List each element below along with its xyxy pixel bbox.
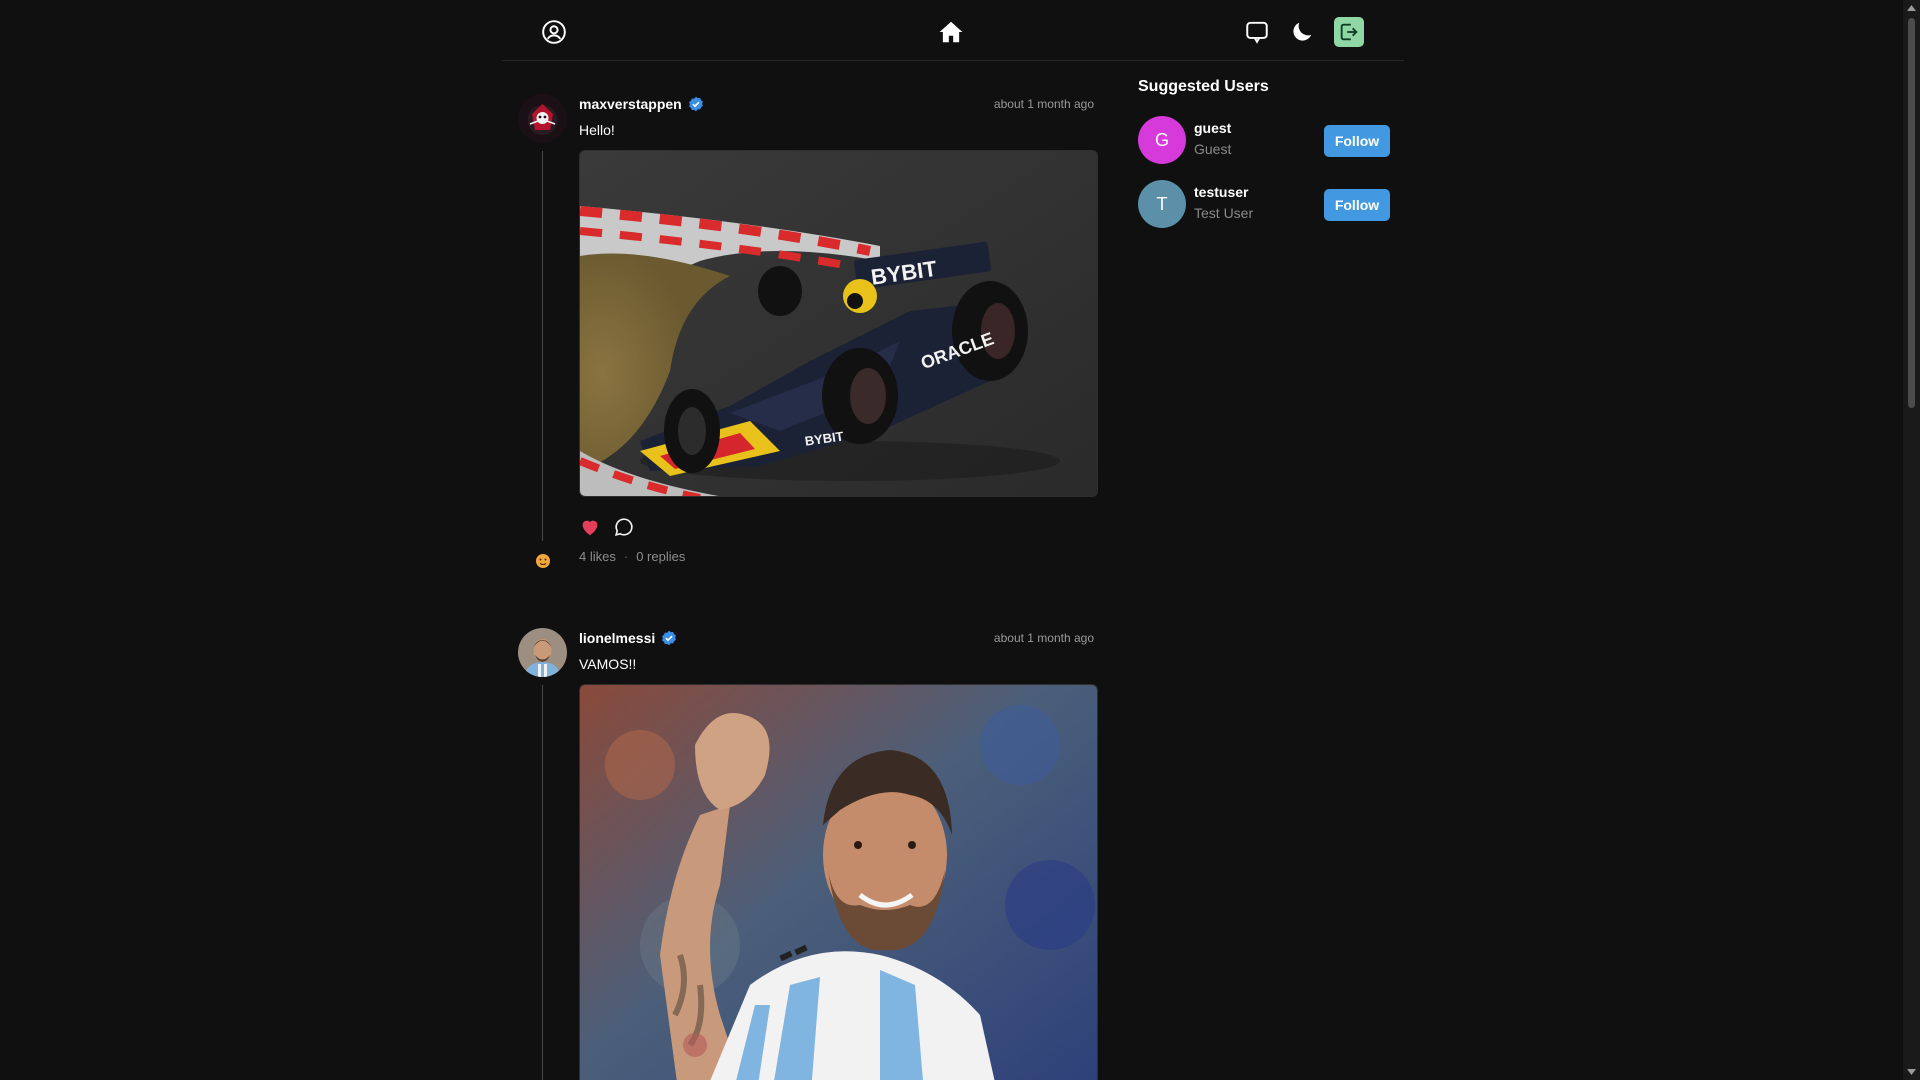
suggested-users-panel: Suggested Users G guest Guest Follow T t… <box>1138 78 1390 228</box>
suggested-username[interactable]: testuser <box>1194 184 1248 200</box>
post-text: VAMOS!! <box>579 656 637 672</box>
thread-line <box>542 151 543 541</box>
vertical-scrollbar[interactable] <box>1903 0 1920 1080</box>
follow-button[interactable]: Follow <box>1324 189 1390 221</box>
verified-badge-icon <box>688 96 703 112</box>
suggested-users-title: Suggested Users <box>1138 78 1269 95</box>
like-heart-icon[interactable] <box>579 516 601 538</box>
avatar[interactable] <box>518 94 567 143</box>
thread-line <box>542 685 543 1080</box>
suggested-username[interactable]: guest <box>1194 120 1231 136</box>
scroll-down-icon[interactable] <box>1903 1064 1920 1080</box>
user-circle-icon[interactable] <box>539 17 569 47</box>
logout-icon[interactable] <box>1334 17 1364 47</box>
stats-separator: · <box>623 549 629 564</box>
post-header: lionelmessi about 1 month ago <box>579 628 1098 648</box>
post-timestamp: about 1 month ago <box>993 97 1094 111</box>
post-stats: 4 likes · 0 replies <box>579 549 1098 564</box>
suggested-user-testuser: T testuser Test User Follow <box>1138 180 1390 228</box>
post-body: maxverstappen about 1 month ago Hello! B… <box>579 94 1098 564</box>
follow-button[interactable]: Follow <box>1324 125 1390 157</box>
top-header <box>502 0 1404 61</box>
post-username[interactable]: lionelmessi <box>579 630 655 646</box>
avatar[interactable]: G <box>1138 116 1186 164</box>
app-page: maxverstappen about 1 month ago Hello! B… <box>0 0 1920 1080</box>
verified-badge-icon <box>662 630 677 646</box>
chat-bubble-icon[interactable] <box>1242 17 1272 47</box>
suggested-fullname: Guest <box>1194 141 1232 157</box>
post-header: maxverstappen about 1 month ago <box>579 94 1098 114</box>
post-timestamp: about 1 month ago <box>993 631 1094 645</box>
avatar[interactable]: T <box>1138 180 1186 228</box>
post-body: lionelmessi about 1 month ago VAMOS!! <box>579 628 1098 1080</box>
scrollbar-thumb[interactable] <box>1908 18 1915 408</box>
scroll-up-icon[interactable] <box>1903 0 1920 16</box>
post-maxverstappen: maxverstappen about 1 month ago Hello! B… <box>518 94 1098 574</box>
replies-count[interactable]: 0 replies <box>636 549 685 564</box>
reply-avatar-icon <box>536 554 550 568</box>
post-image[interactable] <box>579 684 1098 1080</box>
post-image[interactable]: BYBIT ORACLE BYBIT <box>579 150 1098 497</box>
moon-icon[interactable] <box>1287 17 1317 47</box>
suggested-fullname: Test User <box>1194 205 1254 221</box>
post-lionelmessi: lionelmessi about 1 month ago VAMOS!! <box>518 628 1098 1080</box>
post-text: Hello! <box>579 122 615 138</box>
post-username[interactable]: maxverstappen <box>579 96 682 112</box>
f1-car-image: BYBIT ORACLE BYBIT <box>580 151 1097 496</box>
likes-count[interactable]: 4 likes <box>579 549 616 564</box>
home-icon[interactable] <box>936 17 966 47</box>
avatar[interactable] <box>518 628 567 677</box>
football-player-image <box>580 685 1097 1080</box>
post-actions <box>579 515 1098 539</box>
suggested-user-guest: G guest Guest Follow <box>1138 116 1390 164</box>
reply-comment-icon[interactable] <box>613 516 635 538</box>
